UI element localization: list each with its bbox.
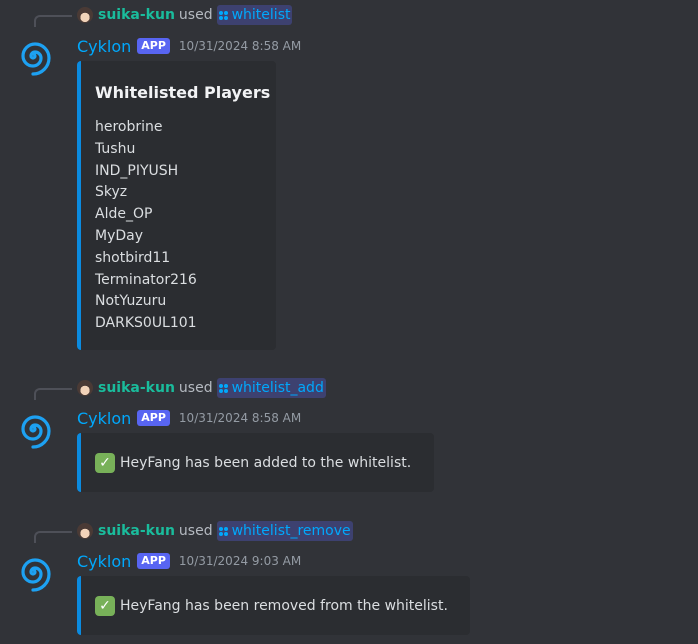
list-item: Alde_OP (95, 206, 153, 223)
status-embed: ✓ HeyFang has been removed from the whit… (77, 576, 470, 635)
reply-connector (34, 388, 72, 400)
spiral-icon[interactable] (11, 407, 55, 451)
command-reference[interactable]: suika-kun used whitelist_add (77, 378, 326, 398)
command-name: whitelist_remove (231, 523, 351, 539)
used-label: used (178, 7, 213, 23)
app-badge: APP (137, 410, 170, 426)
reply-connector (34, 15, 72, 27)
embed-description: ✓ HeyFang has been added to the whitelis… (95, 433, 411, 492)
player-list: herobrine Tushu IND_PIYUSH Skyz Alde_OP … (95, 117, 197, 335)
command-reference[interactable]: suika-kun used whitelist_remove (77, 521, 353, 541)
list-item: Skyz (95, 184, 128, 201)
status-embed: ✓ HeyFang has been added to the whitelis… (77, 433, 434, 492)
reply-connector (34, 531, 72, 543)
spiral-icon[interactable] (11, 34, 55, 78)
app-badge: APP (137, 38, 170, 54)
app-badge: APP (137, 553, 170, 569)
timestamp[interactable]: 10/31/2024 8:58 AM (179, 39, 301, 53)
used-label: used (178, 523, 213, 539)
slash-command-icon (218, 383, 228, 393)
embed-title: Whitelisted Players (95, 83, 271, 102)
timestamp[interactable]: 10/31/2024 9:03 AM (179, 554, 301, 568)
slash-command-icon (218, 10, 228, 20)
message-header: Cyklon APP 10/31/2024 8:58 AM (77, 407, 301, 429)
check-mark-icon: ✓ (95, 595, 115, 616)
command-user-name[interactable]: suika-kun (98, 5, 175, 25)
command-name: whitelist (231, 7, 291, 23)
list-item: shotbird11 (95, 249, 171, 266)
command-mention[interactable]: whitelist (216, 5, 293, 25)
list-item: MyDay (95, 227, 144, 244)
list-item: IND_PIYUSH (95, 162, 179, 179)
user-avatar[interactable] (77, 7, 93, 23)
list-item: DARKS0UL101 (95, 315, 197, 332)
user-avatar[interactable] (77, 523, 93, 539)
command-mention[interactable]: whitelist_remove (216, 521, 353, 541)
spiral-icon[interactable] (11, 550, 55, 594)
bot-name[interactable]: Cyklon (77, 552, 131, 571)
slash-command-icon (218, 526, 228, 536)
whitelist-embed: Whitelisted Players herobrine Tushu IND_… (77, 61, 276, 350)
embed-text: HeyFang has been removed from the whitel… (120, 597, 448, 614)
command-name: whitelist_add (231, 380, 324, 396)
command-reference[interactable]: suika-kun used whitelist (77, 5, 293, 25)
embed-description: ✓ HeyFang has been removed from the whit… (95, 576, 448, 635)
command-user-name[interactable]: suika-kun (98, 521, 175, 541)
list-item: Terminator216 (95, 271, 197, 288)
user-avatar[interactable] (77, 380, 93, 396)
command-mention[interactable]: whitelist_add (216, 378, 326, 398)
check-mark-icon: ✓ (95, 452, 115, 473)
message-header: Cyklon APP 10/31/2024 9:03 AM (77, 550, 301, 572)
bot-name[interactable]: Cyklon (77, 409, 131, 428)
list-item: Tushu (95, 140, 136, 157)
command-user-name[interactable]: suika-kun (98, 378, 175, 398)
chat-log: suika-kun used whitelist Cyklon APP 10/3… (0, 0, 698, 644)
bot-name[interactable]: Cyklon (77, 37, 131, 56)
message-header: Cyklon APP 10/31/2024 8:58 AM (77, 35, 301, 57)
list-item: herobrine (95, 119, 163, 135)
embed-text: HeyFang has been added to the whitelist. (120, 454, 412, 471)
list-item: NotYuzuru (95, 293, 167, 310)
timestamp[interactable]: 10/31/2024 8:58 AM (179, 411, 301, 425)
used-label: used (178, 380, 213, 396)
